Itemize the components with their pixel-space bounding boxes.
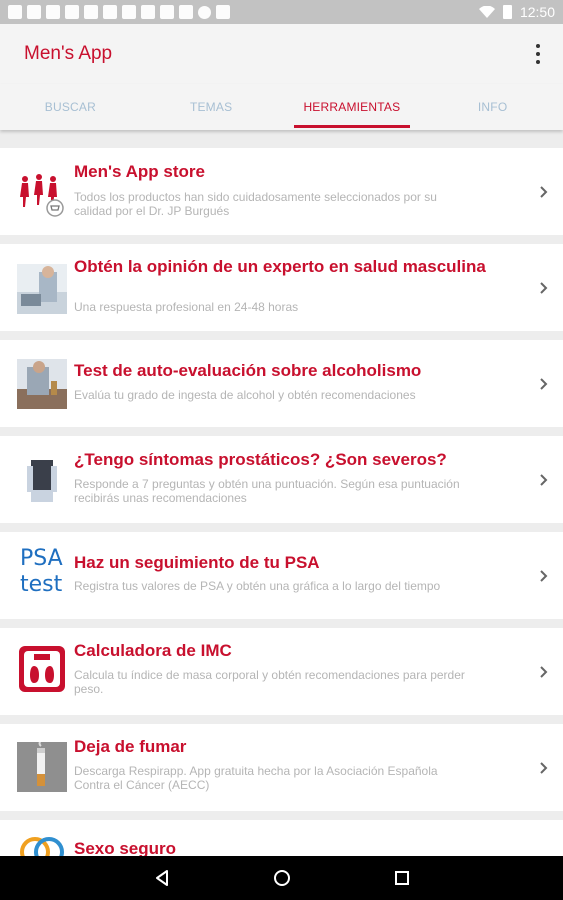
home-circle-icon bbox=[273, 870, 290, 886]
alcohol-photo bbox=[17, 359, 67, 409]
chevron-right-icon bbox=[540, 378, 548, 390]
list-item-alcohol[interactable]: Test de auto-evaluación sobre alcoholism… bbox=[0, 340, 563, 427]
rings-icon bbox=[20, 837, 64, 856]
tab-temas[interactable]: TEMAS bbox=[141, 84, 282, 130]
app-icon bbox=[216, 5, 230, 19]
mail-icon bbox=[160, 5, 174, 19]
cigarette-photo bbox=[17, 742, 67, 792]
chevron-right-icon bbox=[540, 666, 548, 678]
tab-buscar[interactable]: BUSCAR bbox=[0, 84, 141, 130]
expert-photo bbox=[17, 264, 67, 314]
item-description: Calcula tu índice de masa corporal y obt… bbox=[74, 668, 465, 696]
tab-info[interactable]: INFO bbox=[422, 84, 563, 130]
back-triangle-icon bbox=[155, 870, 168, 886]
shopping-men-icon bbox=[20, 174, 64, 217]
item-description: Evalúa tu grado de ingesta de alcohol y … bbox=[74, 388, 416, 402]
image-icon bbox=[122, 5, 136, 19]
notification-icons bbox=[8, 5, 230, 19]
item-description: Una respuesta profesional en 24-48 horas bbox=[74, 300, 299, 314]
chevron-right-icon bbox=[540, 570, 548, 582]
scale-icon bbox=[19, 646, 65, 692]
item-title: Test de auto-evaluación sobre alcoholism… bbox=[74, 361, 422, 380]
list-item-imc[interactable]: Calculadora de IMC Calcula tu índice de … bbox=[0, 628, 563, 715]
item-title: Men's App store bbox=[74, 162, 205, 181]
facebook-icon bbox=[46, 5, 60, 19]
chevron-right-icon bbox=[540, 186, 548, 198]
item-description: Responde a 7 preguntas y obtén una puntu… bbox=[74, 477, 460, 505]
tab-herramientas[interactable]: HERRAMIENTAS bbox=[282, 84, 423, 130]
chevron-right-icon bbox=[540, 762, 548, 774]
tab-bar: BUSCAR TEMAS HERRAMIENTAS INFO bbox=[0, 84, 563, 130]
psa-test-icon: PSA test bbox=[20, 546, 68, 602]
item-description: Todos los productos han sido cuidadosame… bbox=[74, 190, 437, 218]
test-icon-label: test bbox=[20, 572, 63, 597]
psa-icon-label: PSA bbox=[20, 546, 63, 571]
notification-icon bbox=[8, 5, 22, 19]
wifi-icon bbox=[478, 6, 495, 18]
prostate-photo bbox=[17, 456, 67, 506]
list-item-store[interactable]: Men's App store Todos los productos han … bbox=[0, 148, 563, 235]
item-title: Calculadora de IMC bbox=[74, 641, 232, 660]
facebook-icon bbox=[27, 5, 41, 19]
list-item-prostate[interactable]: ¿Tengo síntomas prostáticos? ¿Son severo… bbox=[0, 436, 563, 523]
list-item-expert[interactable]: Obtén la opinión de un experto en salud … bbox=[0, 244, 563, 331]
upload-icon bbox=[84, 5, 98, 19]
tools-list: Men's App store Todos los productos han … bbox=[0, 148, 563, 856]
overflow-menu-icon[interactable] bbox=[535, 44, 541, 64]
upload-icon bbox=[103, 5, 117, 19]
item-description: Registra tus valores de PSA y obtén una … bbox=[74, 579, 441, 593]
item-title: Obtén la opinión de un experto en salud … bbox=[74, 257, 486, 276]
item-title: Deja de fumar bbox=[74, 737, 187, 756]
mail-icon bbox=[141, 5, 155, 19]
recents-button[interactable] bbox=[390, 866, 414, 890]
app-title: Men's App bbox=[24, 43, 113, 64]
status-bar: 12:50 bbox=[0, 0, 563, 24]
chevron-right-icon bbox=[540, 282, 548, 294]
list-item-smoking[interactable]: Deja de fumar Descarga Respirapp. App gr… bbox=[0, 724, 563, 811]
app-bar: Men's App bbox=[0, 24, 563, 84]
upload-icon bbox=[65, 5, 79, 19]
battery-icon bbox=[502, 5, 512, 19]
item-description: Descarga Respirapp. App gratuita hecha p… bbox=[74, 764, 438, 792]
sync-icon bbox=[198, 5, 211, 19]
recents-square-icon bbox=[394, 871, 409, 885]
item-title: ¿Tengo síntomas prostáticos? ¿Son severo… bbox=[74, 450, 447, 469]
chevron-right-icon bbox=[540, 474, 548, 486]
app-icon bbox=[179, 5, 193, 19]
list-item-psa[interactable]: PSA test Haz un seguimiento de tu PSA Re… bbox=[0, 532, 563, 619]
list-item-safe-sex[interactable]: Sexo seguro bbox=[0, 820, 563, 856]
navigation-bar bbox=[0, 856, 563, 900]
item-title: Haz un seguimiento de tu PSA bbox=[74, 553, 320, 572]
item-title: Sexo seguro bbox=[74, 839, 177, 856]
home-button[interactable] bbox=[270, 866, 294, 890]
back-button[interactable] bbox=[150, 866, 174, 890]
clock: 12:50 bbox=[519, 4, 555, 20]
